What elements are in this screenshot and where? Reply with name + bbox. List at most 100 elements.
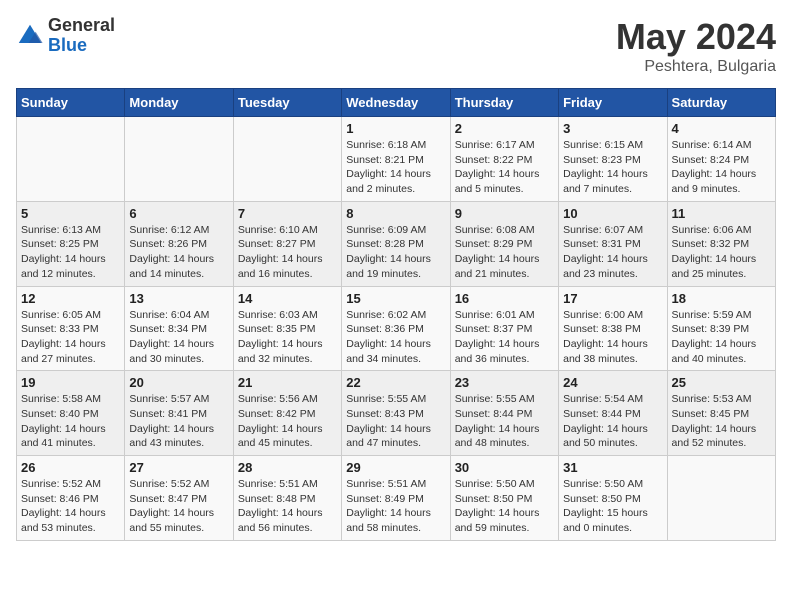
header-saturday: Saturday [667, 89, 775, 117]
day-info: Sunrise: 6:06 AMSunset: 8:32 PMDaylight:… [672, 223, 771, 282]
calendar-week-3: 12 Sunrise: 6:05 AMSunset: 8:33 PMDayligh… [17, 286, 776, 371]
calendar-cell: 28Sunrise: 5:51 AMSunset: 8:48 PMDayligh… [233, 456, 341, 541]
day-info: Sunrise: 6:17 AMSunset: 8:22 PMDaylight:… [455, 138, 554, 197]
day-info: Sunrise: 5:55 AMSunset: 8:43 PMDaylight:… [346, 392, 445, 451]
header-thursday: Thursday [450, 89, 558, 117]
calendar-cell: 10 Sunrise: 6:07 AMSunset: 8:31 PMDayligh… [559, 201, 667, 286]
day-number: 26 [21, 460, 120, 475]
calendar-cell: 3Sunrise: 6:15 AMSunset: 8:23 PMDaylight… [559, 117, 667, 202]
day-info: Sunrise: 5:59 AMSunset: 8:39 PMDaylight:… [672, 308, 771, 367]
day-number: 18 [672, 291, 771, 306]
day-number: 30 [455, 460, 554, 475]
month-year-title: May 2024 [616, 16, 776, 58]
day-info: Sunrise: 6:05 AMSunset: 8:33 PMDaylight:… [21, 308, 120, 367]
calendar-cell [233, 117, 341, 202]
day-info: Sunrise: 6:02 AMSunset: 8:36 PMDaylight:… [346, 308, 445, 367]
day-number: 15 [346, 291, 445, 306]
calendar-cell: 27 Sunrise: 5:52 AMSunset: 8:47 PMDayligh… [125, 456, 233, 541]
day-number: 31 [563, 460, 662, 475]
logo: General Blue [16, 16, 115, 56]
day-info: Sunrise: 6:03 AMSunset: 8:35 PMDaylight:… [238, 308, 337, 367]
day-info: Sunrise: 6:04 AMSunset: 8:34 PMDaylight:… [129, 308, 228, 367]
day-info: Sunrise: 5:52 AMSunset: 8:46 PMDaylight:… [21, 477, 120, 536]
day-info: Sunrise: 6:13 AMSunset: 8:25 PMDaylight:… [21, 223, 120, 282]
day-info: Sunrise: 5:51 AMSunset: 8:48 PMDaylight:… [238, 477, 337, 536]
day-number: 10 [563, 206, 662, 221]
calendar-cell: 21 Sunrise: 5:56 AMSunset: 8:42 PMDayligh… [233, 371, 341, 456]
header-monday: Monday [125, 89, 233, 117]
day-number: 8 [346, 206, 445, 221]
calendar-cell: 13 Sunrise: 6:04 AMSunset: 8:34 PMDayligh… [125, 286, 233, 371]
title-area: May 2024 Peshtera, Bulgaria [616, 16, 776, 76]
day-number: 2 [455, 121, 554, 136]
day-info: Sunrise: 6:09 AMSunset: 8:28 PMDaylight:… [346, 223, 445, 282]
calendar-cell: 22Sunrise: 5:55 AMSunset: 8:43 PMDayligh… [342, 371, 450, 456]
calendar-cell: 17 Sunrise: 6:00 AMSunset: 8:38 PMDayligh… [559, 286, 667, 371]
day-number: 6 [129, 206, 228, 221]
day-number: 13 [129, 291, 228, 306]
day-info: Sunrise: 6:18 AMSunset: 8:21 PMDaylight:… [346, 138, 445, 197]
day-number: 1 [346, 121, 445, 136]
day-number: 29 [346, 460, 445, 475]
day-number: 24 [563, 375, 662, 390]
day-number: 12 [21, 291, 120, 306]
calendar-cell [17, 117, 125, 202]
day-number: 16 [455, 291, 554, 306]
logo-icon [16, 22, 44, 50]
day-number: 4 [672, 121, 771, 136]
day-info: Sunrise: 6:15 AMSunset: 8:23 PMDaylight:… [563, 138, 662, 197]
day-info: Sunrise: 5:56 AMSunset: 8:42 PMDaylight:… [238, 392, 337, 451]
day-info: Sunrise: 6:07 AMSunset: 8:31 PMDaylight:… [563, 223, 662, 282]
day-number: 17 [563, 291, 662, 306]
calendar-cell [125, 117, 233, 202]
calendar-cell: 12 Sunrise: 6:05 AMSunset: 8:33 PMDayligh… [17, 286, 125, 371]
day-number: 7 [238, 206, 337, 221]
day-info: Sunrise: 5:52 AMSunset: 8:47 PMDaylight:… [129, 477, 228, 536]
calendar-cell: 7Sunrise: 6:10 AMSunset: 8:27 PMDaylight… [233, 201, 341, 286]
calendar-week-2: 5 Sunrise: 6:13 AMSunset: 8:25 PMDaylight… [17, 201, 776, 286]
day-info: Sunrise: 6:00 AMSunset: 8:38 PMDaylight:… [563, 308, 662, 367]
day-number: 27 [129, 460, 228, 475]
day-info: Sunrise: 6:08 AMSunset: 8:29 PMDaylight:… [455, 223, 554, 282]
day-info: Sunrise: 5:51 AMSunset: 8:49 PMDaylight:… [346, 477, 445, 536]
day-number: 9 [455, 206, 554, 221]
calendar-cell: 25Sunrise: 5:53 AMSunset: 8:45 PMDayligh… [667, 371, 775, 456]
calendar-cell: 29 Sunrise: 5:51 AMSunset: 8:49 PMDayligh… [342, 456, 450, 541]
header-wednesday: Wednesday [342, 89, 450, 117]
calendar-cell: 20Sunrise: 5:57 AMSunset: 8:41 PMDayligh… [125, 371, 233, 456]
header: General Blue May 2024 Peshtera, Bulgaria [16, 16, 776, 76]
calendar-cell: 18 Sunrise: 5:59 AMSunset: 8:39 PMDayligh… [667, 286, 775, 371]
calendar-cell: 19Sunrise: 5:58 AMSunset: 8:40 PMDayligh… [17, 371, 125, 456]
calendar-cell: 11Sunrise: 6:06 AMSunset: 8:32 PMDayligh… [667, 201, 775, 286]
day-number: 20 [129, 375, 228, 390]
calendar-cell: 6Sunrise: 6:12 AMSunset: 8:26 PMDaylight… [125, 201, 233, 286]
calendar-cell: 24 Sunrise: 5:54 AMSunset: 8:44 PMDayligh… [559, 371, 667, 456]
calendar-cell: 26 Sunrise: 5:52 AMSunset: 8:46 PMDayligh… [17, 456, 125, 541]
day-info: Sunrise: 5:54 AMSunset: 8:44 PMDaylight:… [563, 392, 662, 451]
calendar-cell: 30 Sunrise: 5:50 AMSunset: 8:50 PMDayligh… [450, 456, 558, 541]
calendar-cell: 16 Sunrise: 6:01 AMSunset: 8:37 PMDayligh… [450, 286, 558, 371]
header-friday: Friday [559, 89, 667, 117]
day-number: 21 [238, 375, 337, 390]
calendar-week-4: 19Sunrise: 5:58 AMSunset: 8:40 PMDayligh… [17, 371, 776, 456]
header-sunday: Sunday [17, 89, 125, 117]
day-number: 5 [21, 206, 120, 221]
day-info: Sunrise: 6:01 AMSunset: 8:37 PMDaylight:… [455, 308, 554, 367]
calendar-cell [667, 456, 775, 541]
calendar-cell: 15 Sunrise: 6:02 AMSunset: 8:36 PMDayligh… [342, 286, 450, 371]
calendar-cell: 1 Sunrise: 6:18 AMSunset: 8:21 PMDaylight… [342, 117, 450, 202]
day-info: Sunrise: 5:50 AMSunset: 8:50 PMDaylight:… [563, 477, 662, 536]
calendar-table: Sunday Monday Tuesday Wednesday Thursday… [16, 88, 776, 541]
logo-text: General Blue [48, 16, 115, 56]
day-info: Sunrise: 5:50 AMSunset: 8:50 PMDaylight:… [455, 477, 554, 536]
calendar-week-5: 26 Sunrise: 5:52 AMSunset: 8:46 PMDayligh… [17, 456, 776, 541]
calendar-cell: 23Sunrise: 5:55 AMSunset: 8:44 PMDayligh… [450, 371, 558, 456]
calendar-cell: 8 Sunrise: 6:09 AMSunset: 8:28 PMDaylight… [342, 201, 450, 286]
calendar-cell: 14Sunrise: 6:03 AMSunset: 8:35 PMDayligh… [233, 286, 341, 371]
calendar-cell: 4 Sunrise: 6:14 AMSunset: 8:24 PMDaylight… [667, 117, 775, 202]
calendar-cell: 5 Sunrise: 6:13 AMSunset: 8:25 PMDaylight… [17, 201, 125, 286]
calendar-cell: 9 Sunrise: 6:08 AMSunset: 8:29 PMDaylight… [450, 201, 558, 286]
day-info: Sunrise: 5:58 AMSunset: 8:40 PMDaylight:… [21, 392, 120, 451]
day-info: Sunrise: 6:14 AMSunset: 8:24 PMDaylight:… [672, 138, 771, 197]
calendar-week-1: 1 Sunrise: 6:18 AMSunset: 8:21 PMDaylight… [17, 117, 776, 202]
